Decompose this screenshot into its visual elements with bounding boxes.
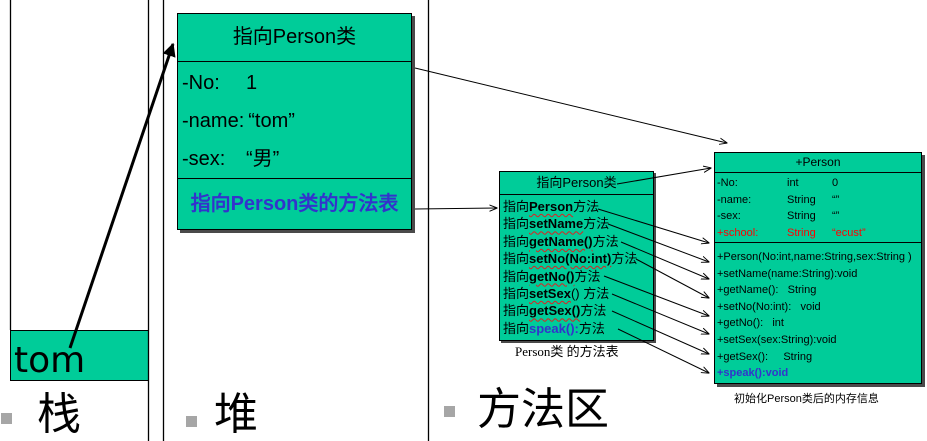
arrow-object-to-class-info — [414, 67, 727, 143]
class-method: +Person(No:int,name:String,sex:String ) — [717, 251, 912, 263]
class-field-name: -name: — [717, 193, 752, 206]
method-table-row: 指向 speak(): 方法 — [503, 320, 653, 337]
row-method-name: Person — [529, 199, 574, 214]
row-prefix: 指向 — [503, 268, 530, 284]
row-method-name: setName — [529, 216, 584, 232]
row-method-name: getSex() — [529, 303, 581, 319]
class-info-title: +Person — [715, 153, 921, 173]
stack-variable-name: tom — [14, 340, 86, 381]
class-field-value: “” — [832, 193, 840, 206]
row-prefix: 指向 — [503, 251, 530, 267]
arrow-variable-to-heap-object — [68, 42, 176, 349]
field-value: “男” — [246, 148, 280, 170]
row-method-name: setNo(No:int) — [529, 251, 612, 267]
heap-object-fields: -No: 1 -name: “tom” -sex: “男” — [178, 62, 411, 179]
class-field-value: “ecust” — [832, 226, 866, 239]
class-method: +setSex(sex:String):void — [717, 333, 837, 346]
bullet-square-icon — [444, 406, 455, 417]
method-table-caption: Person类 的方法表 — [515, 344, 619, 359]
heap-object-field: -name: “tom” — [182, 102, 411, 140]
method-table-row: 指向 getSex() 方法 — [503, 302, 653, 319]
class-field-name: -sex: — [717, 210, 741, 222]
method-table-row: 指向 getNo() 方法 — [503, 268, 653, 285]
row-suffix: 方法 — [573, 199, 600, 214]
class-field-name: -No: — [717, 177, 738, 189]
row-method-name: getNo() — [529, 268, 575, 284]
class-field: -name: String “” — [717, 192, 921, 209]
row-prefix: 指向 — [503, 199, 530, 214]
field-name: -sex: — [182, 148, 226, 170]
method-table-row: 指向 setSex () 方法 — [503, 285, 653, 302]
class-method: +getNo(): int — [717, 317, 784, 330]
method-area-label: 方法区 — [477, 384, 609, 435]
arrow-object-to-method-table — [414, 208, 497, 209]
row-suffix: () 方法 — [570, 285, 610, 301]
row-suffix: 方法 — [574, 268, 601, 284]
heap-object-class-pointer: 指向Person类 — [178, 14, 411, 62]
heap-object: 指向Person类 -No: 1 -name: “tom” -sex: “男” … — [177, 13, 412, 230]
method-table-row: 指向 getName() 方法 — [503, 233, 653, 250]
class-method: +setNo(No:int): void — [717, 300, 821, 313]
row-prefix: 指向 — [503, 285, 530, 301]
stack-variable-box: tom — [10, 330, 149, 381]
class-field-type: String — [787, 193, 816, 206]
row-prefix: 指向 — [503, 320, 530, 336]
class-field-added: +school: String “ecust” — [717, 225, 921, 242]
method-table-row: 指向 setName 方法 — [503, 215, 653, 232]
class-info-box: +Person -No: int 0 -name: String “” -sex… — [714, 152, 922, 384]
row-prefix: 指向 — [503, 216, 530, 232]
method-table-rows: 指向 Person 方法 指向 setName 方法 指向 getName() … — [500, 195, 653, 337]
class-field-value: “” — [832, 210, 840, 222]
method-table: 指向Person类 指向 Person 方法 指向 setName 方法 指向 … — [499, 171, 654, 341]
heap-label: 堆 — [214, 389, 258, 440]
bullet-square-icon — [1, 413, 12, 424]
heap-object-field: -No: 1 — [182, 64, 411, 102]
row-suffix: 方法 — [580, 303, 607, 319]
field-value: “tom” — [248, 110, 295, 132]
heap-object-field: -sex: “男” — [182, 140, 411, 178]
field-name: -name: — [182, 110, 245, 132]
method-table-header: 指向Person类 — [500, 172, 653, 195]
stack-label: 栈 — [37, 389, 81, 440]
class-method: +getName(): String — [717, 284, 817, 297]
row-method-name: speak(): — [529, 320, 579, 336]
class-field-type: int — [787, 177, 799, 189]
row-method-name: setSex — [529, 285, 571, 301]
method-table-row: 指向 Person 方法 — [503, 198, 653, 215]
bullet-square-icon — [186, 416, 197, 427]
row-suffix: 方法 — [592, 233, 619, 249]
class-method: +setName(name:String):void — [717, 267, 858, 280]
class-field-value: 0 — [832, 177, 839, 189]
method-table-row: 指向 setNo(No:int) 方法 — [503, 250, 653, 267]
class-field-type: String — [787, 226, 816, 239]
field-name: -No: — [182, 72, 220, 94]
row-suffix: 方法 — [583, 216, 610, 232]
class-info-methods: +Person(No:int,name:String,sex:String ) … — [715, 243, 921, 382]
class-info-caption: 初始化Person类后的内存信息 — [734, 393, 879, 405]
class-field-type: String — [787, 210, 816, 222]
row-prefix: 指向 — [503, 233, 530, 249]
row-suffix: 方法 — [611, 251, 638, 267]
class-field-name: +school: — [717, 226, 759, 239]
row-prefix: 指向 — [503, 303, 530, 319]
heap-object-method-table-pointer: 指向Person类的方法表 — [190, 193, 399, 215]
class-field: -No: int 0 — [717, 175, 921, 192]
class-field: -sex: String “” — [717, 208, 921, 225]
field-value: 1 — [246, 72, 258, 94]
memory-diagram: tom 指向Person类 -No: 1 -name: “tom” -sex: … — [0, 0, 927, 441]
class-method-highlighted: +speak():void — [717, 367, 789, 380]
row-method-name: getName() — [529, 233, 593, 249]
row-suffix: 方法 — [578, 320, 605, 336]
class-method: +getSex(): String — [717, 350, 813, 363]
class-info-fields: -No: int 0 -name: String “” -sex: String… — [715, 173, 921, 243]
